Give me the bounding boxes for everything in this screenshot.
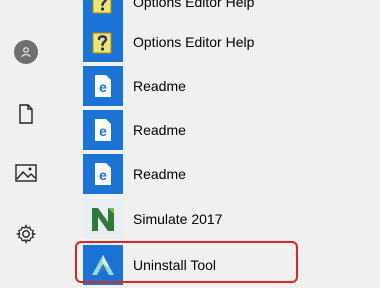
edge-document-icon: e bbox=[83, 110, 123, 150]
svg-text:e: e bbox=[99, 167, 107, 183]
app-label: Readme bbox=[133, 122, 186, 138]
documents-button[interactable] bbox=[0, 96, 52, 132]
list-item[interactable]: e Readme bbox=[75, 151, 305, 197]
edge-document-icon: e bbox=[83, 66, 123, 106]
pictures-icon bbox=[15, 164, 37, 182]
selection-highlight bbox=[75, 241, 298, 283]
pictures-button[interactable] bbox=[0, 155, 52, 191]
list-item[interactable]: e Readme bbox=[75, 63, 305, 109]
app-label: Readme bbox=[133, 78, 186, 94]
settings-icon bbox=[16, 224, 36, 244]
documents-icon bbox=[19, 104, 33, 124]
start-menu-left-rail bbox=[0, 0, 52, 286]
help-file-icon bbox=[83, 22, 123, 62]
list-item[interactable]: Simulate 2017 bbox=[75, 196, 305, 242]
svg-text:e: e bbox=[99, 79, 107, 95]
app-label: Simulate 2017 bbox=[133, 211, 223, 227]
settings-button[interactable] bbox=[0, 216, 52, 252]
list-item[interactable]: Options Editor Help bbox=[75, 19, 305, 65]
simulate-app-icon bbox=[83, 199, 123, 239]
user-account-icon bbox=[14, 40, 38, 64]
edge-document-icon: e bbox=[83, 154, 123, 194]
svg-text:e: e bbox=[99, 123, 107, 139]
list-item[interactable]: e Readme bbox=[75, 107, 305, 153]
user-account-button[interactable] bbox=[0, 34, 52, 70]
app-label: Options Editor Help bbox=[133, 0, 255, 10]
app-label: Options Editor Help bbox=[133, 34, 255, 50]
app-label: Readme bbox=[133, 166, 186, 182]
